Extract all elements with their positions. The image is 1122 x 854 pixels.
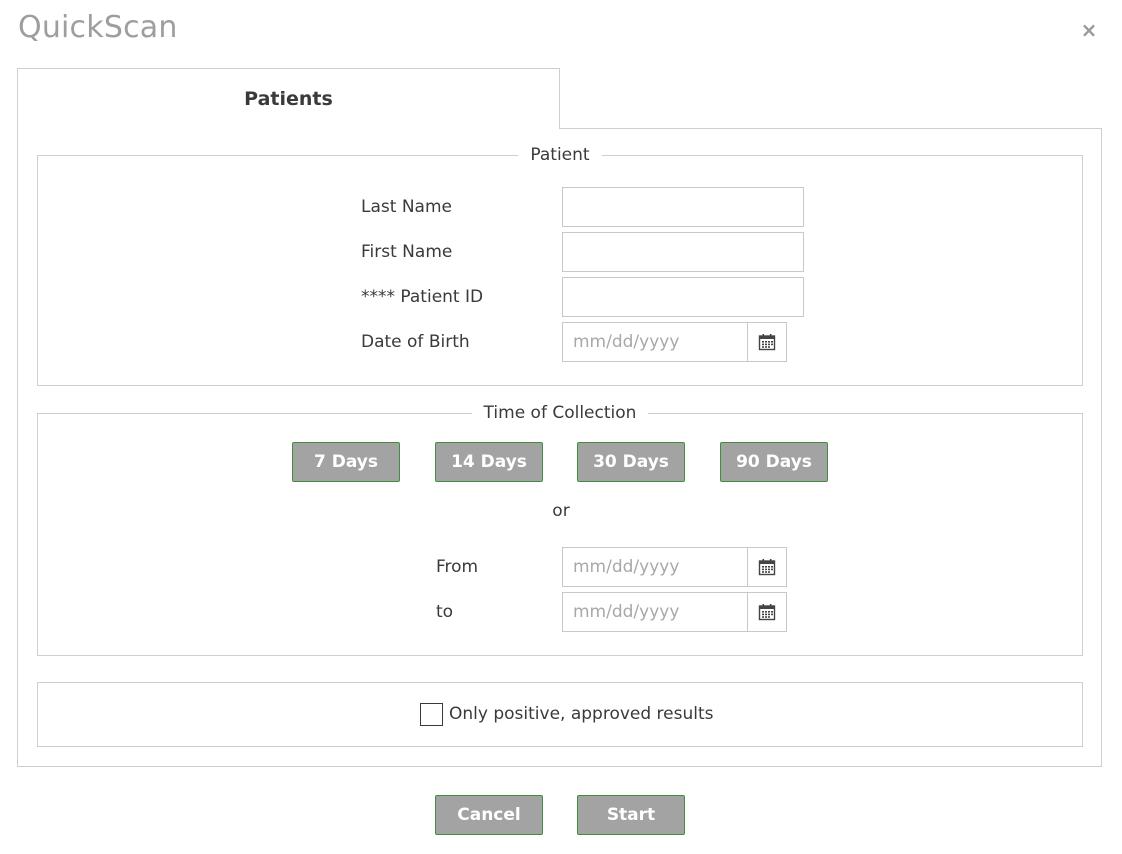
tab-patients[interactable]: Patients xyxy=(17,68,560,129)
from-date-input[interactable] xyxy=(562,547,748,587)
collection-fieldset: Time of Collection xyxy=(37,403,1083,656)
or-separator: or xyxy=(552,501,570,521)
patient-id-label: **** Patient ID xyxy=(361,287,484,307)
preset-30-days-button[interactable]: 30 Days xyxy=(577,442,685,482)
calendar-icon xyxy=(758,334,776,351)
patient-legend: Patient xyxy=(530,145,590,165)
dialog-title: QuickScan xyxy=(18,10,178,45)
dob-label: Date of Birth xyxy=(361,332,470,352)
preset-90-days-button[interactable]: 90 Days xyxy=(720,442,828,482)
first-name-input[interactable] xyxy=(562,232,804,272)
positive-approved-label[interactable]: Only positive, approved results xyxy=(449,702,714,726)
collection-legend: Time of Collection xyxy=(483,403,637,423)
dob-calendar-button[interactable] xyxy=(747,322,787,362)
tab-connector xyxy=(18,127,559,130)
to-date-input[interactable] xyxy=(562,592,748,632)
preset-14-days-button[interactable]: 14 Days xyxy=(435,442,543,482)
patient-id-input[interactable] xyxy=(562,277,804,317)
calendar-icon xyxy=(758,604,776,621)
last-name-input[interactable] xyxy=(562,187,804,227)
to-label: to xyxy=(436,602,454,622)
start-button[interactable]: Start xyxy=(577,795,685,835)
calendar-icon xyxy=(758,559,776,576)
quickscan-dialog: QuickScan × Patients Patient Last Name F… xyxy=(0,0,1122,854)
from-calendar-button[interactable] xyxy=(747,547,787,587)
to-calendar-button[interactable] xyxy=(747,592,787,632)
dob-input[interactable] xyxy=(562,322,748,362)
patient-fieldset: Patient xyxy=(37,145,1083,386)
from-label: From xyxy=(436,557,479,577)
positive-approved-checkbox[interactable] xyxy=(420,703,443,726)
last-name-label: Last Name xyxy=(361,197,452,217)
preset-7-days-button[interactable]: 7 Days xyxy=(292,442,400,482)
close-icon[interactable]: × xyxy=(1078,19,1100,41)
cancel-button[interactable]: Cancel xyxy=(435,795,543,835)
first-name-label: First Name xyxy=(361,242,453,262)
